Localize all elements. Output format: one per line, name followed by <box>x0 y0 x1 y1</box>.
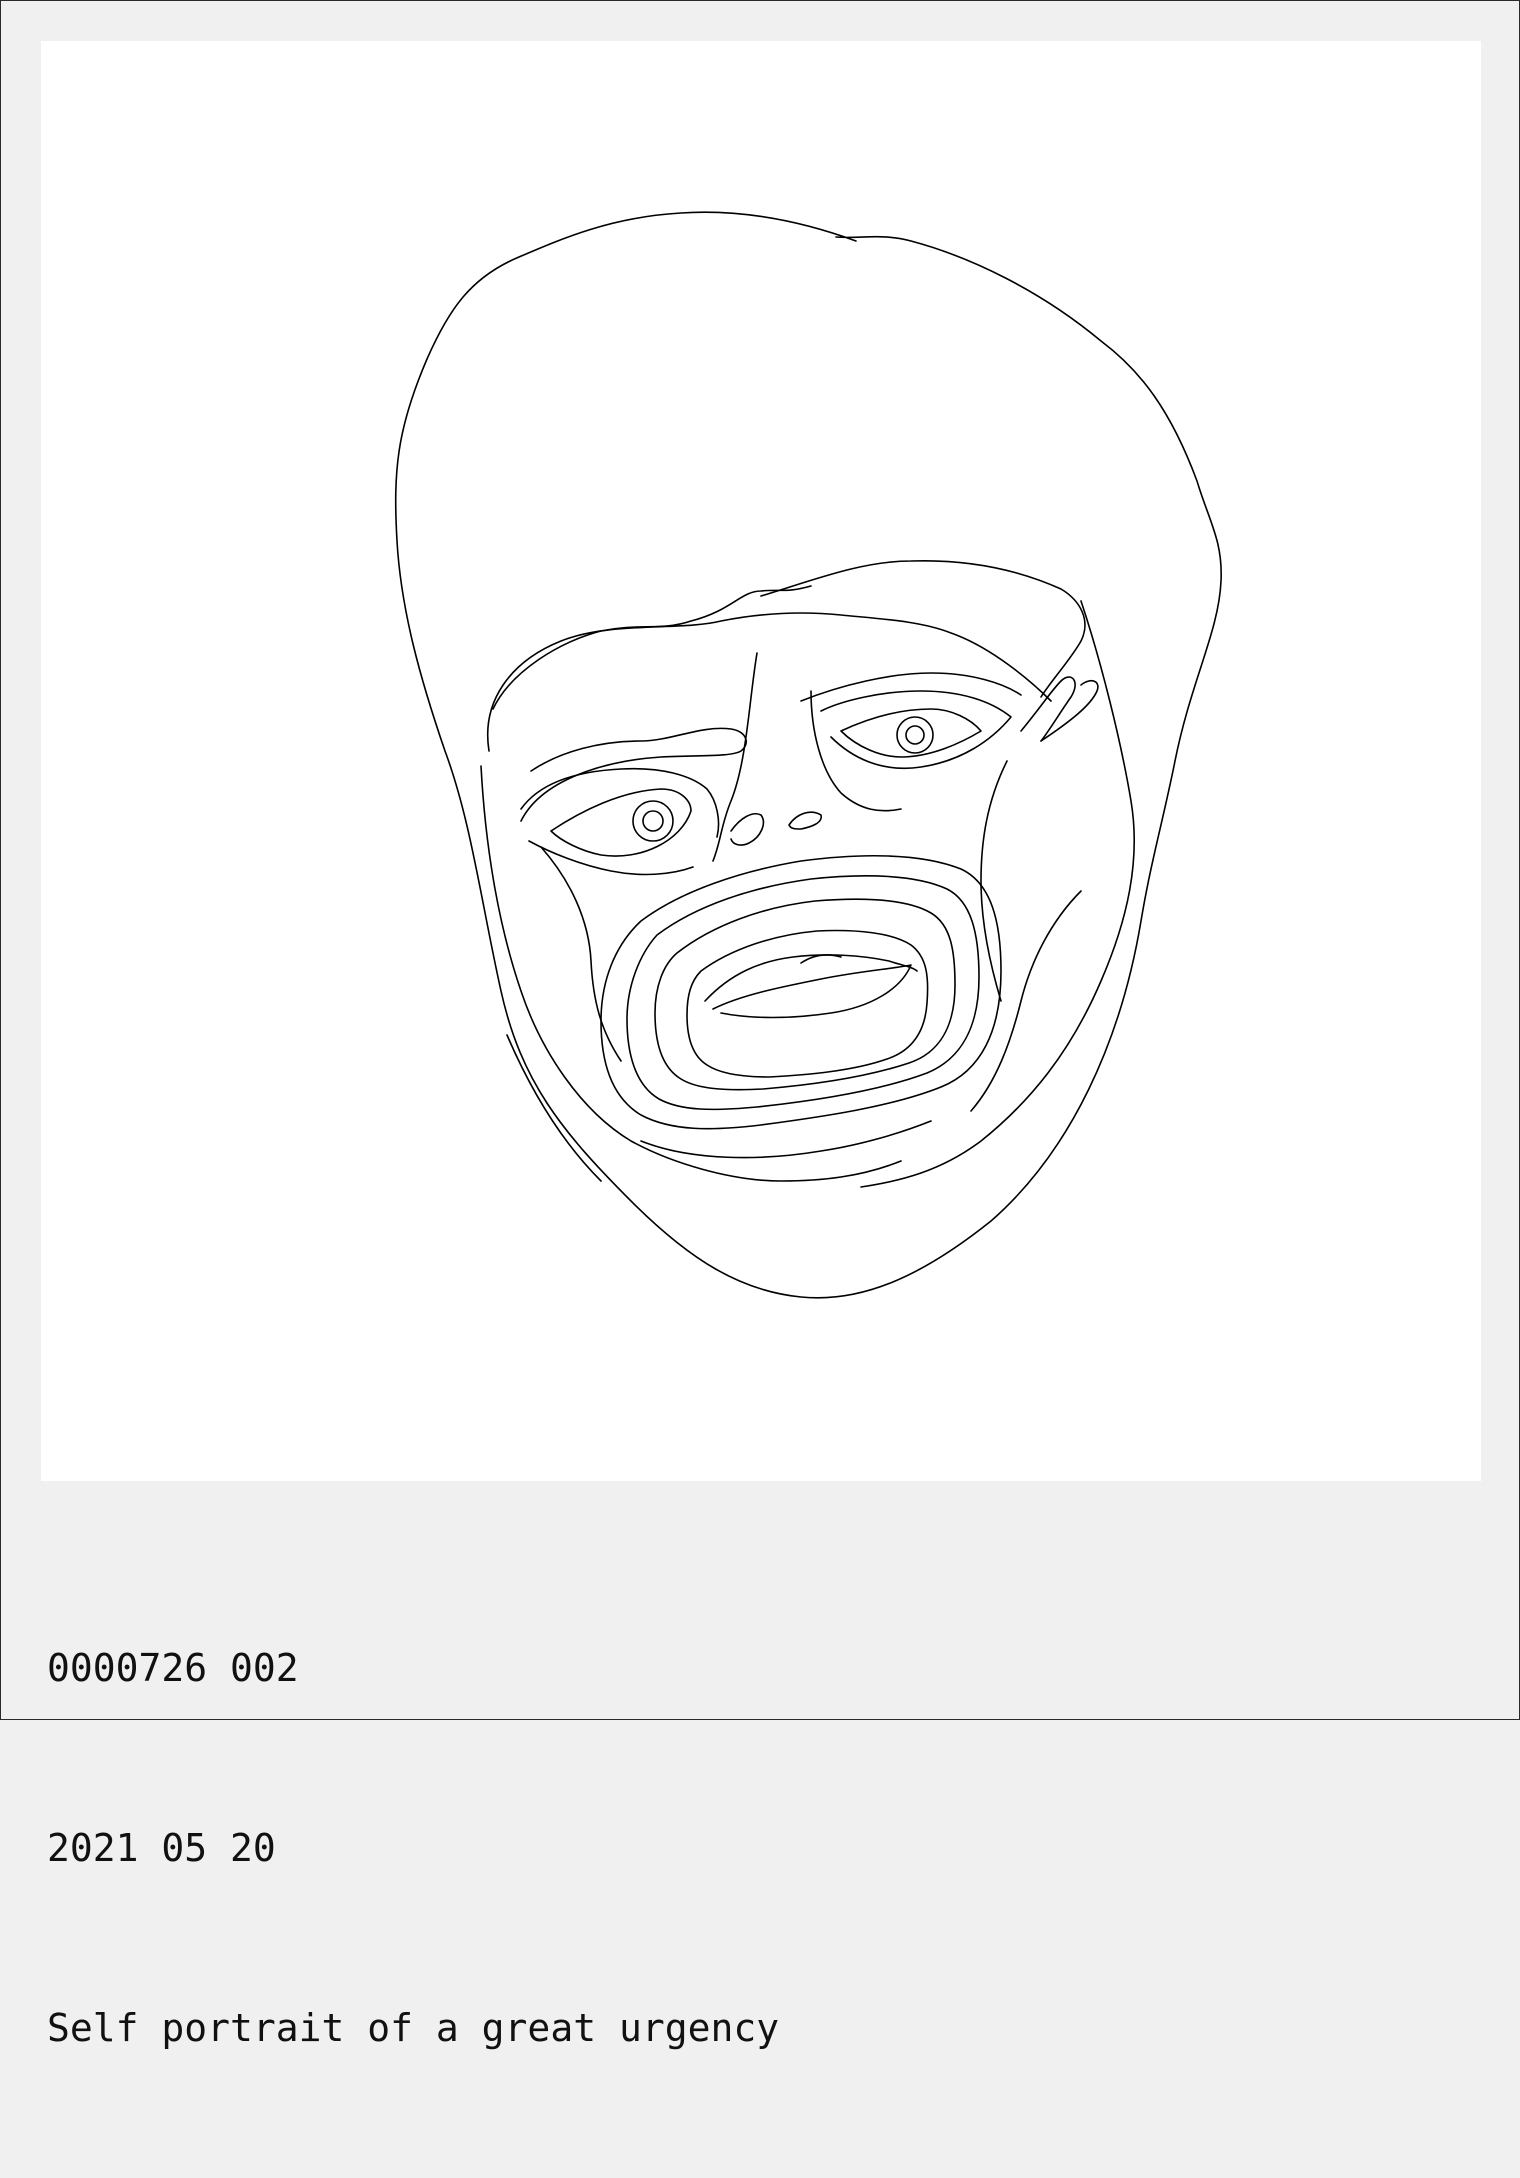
artwork-title: Self portrait of a great urgency <box>47 2006 780 2050</box>
artwork-id: 0000726 002 <box>47 1646 299 1690</box>
chin-line <box>640 1120 932 1159</box>
left-pupil <box>642 810 664 832</box>
frame: 0000726 002 2021 05 20 Self portrait of … <box>0 0 1520 2050</box>
left-iris <box>632 800 674 842</box>
portrait-artwork <box>41 41 1481 1481</box>
right-iris <box>896 716 934 754</box>
face-line-drawing <box>394 211 1222 1299</box>
left-cheek-line <box>540 846 622 1062</box>
left-under-eye <box>528 840 694 876</box>
nose-bridge-left <box>712 652 758 862</box>
artwork-date: 2021 05 20 <box>47 1826 276 1870</box>
forehead-line <box>760 559 1086 698</box>
right-ear-curl <box>1040 679 1099 742</box>
head-outline <box>394 211 1222 1299</box>
right-cheek-line <box>980 760 1008 1002</box>
mouth-ring-1 <box>600 854 1002 1130</box>
right-pupil <box>905 725 925 745</box>
hairline-curve <box>492 585 812 710</box>
right-jaw-line <box>970 890 1082 1112</box>
right-brow-contour <box>800 672 1022 702</box>
inner-face-contour <box>487 612 1052 752</box>
cheek-left <box>480 765 902 1182</box>
left-brow-contour <box>520 727 747 822</box>
left-eye-upper-lid <box>550 788 692 857</box>
nose-nostril-right <box>788 811 822 830</box>
nose-nostril-left <box>730 813 765 846</box>
caption-block: 0000726 002 2021 05 20 Self portrait of … <box>47 1518 779 2178</box>
right-eye-lid <box>840 708 982 758</box>
mouth-ring-3 <box>654 898 956 1091</box>
neck-left <box>506 1034 602 1182</box>
